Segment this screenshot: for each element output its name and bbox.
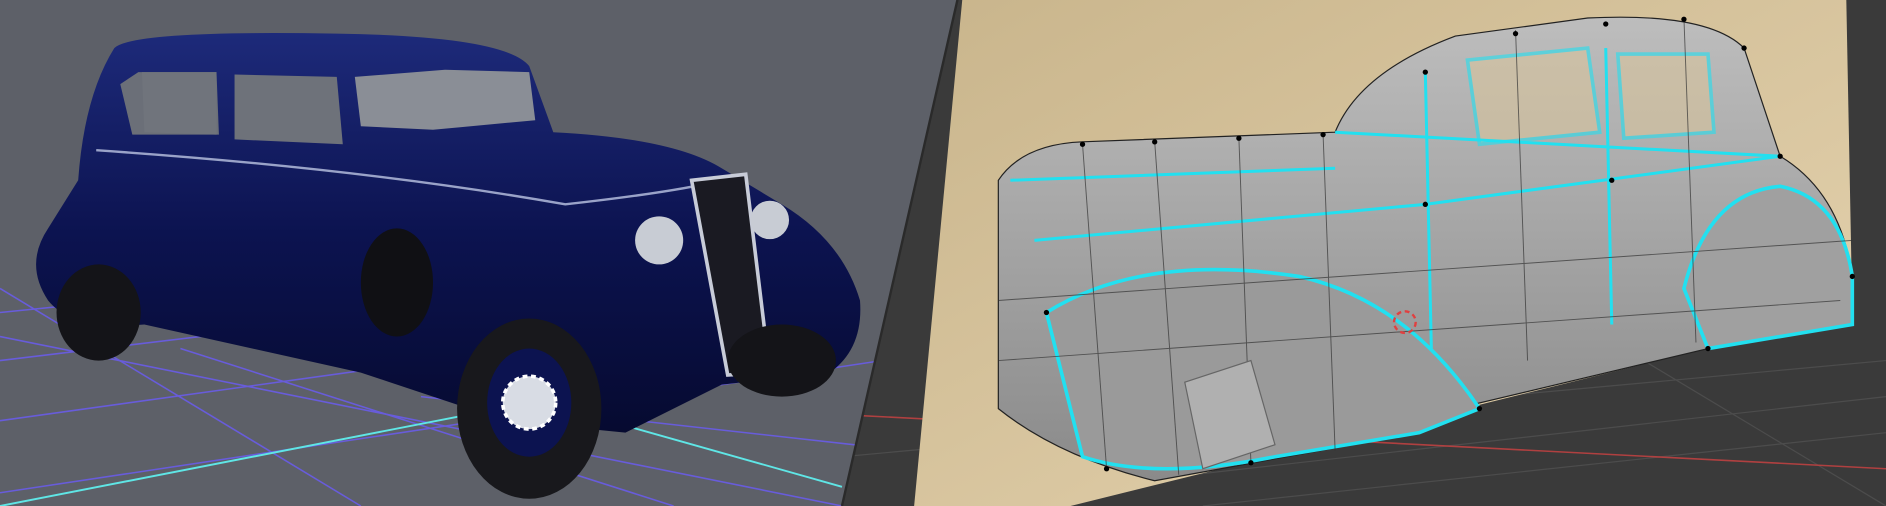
edit-viewport xyxy=(841,0,1886,506)
rendered-viewport xyxy=(0,0,958,506)
comparison-image xyxy=(0,0,1886,506)
